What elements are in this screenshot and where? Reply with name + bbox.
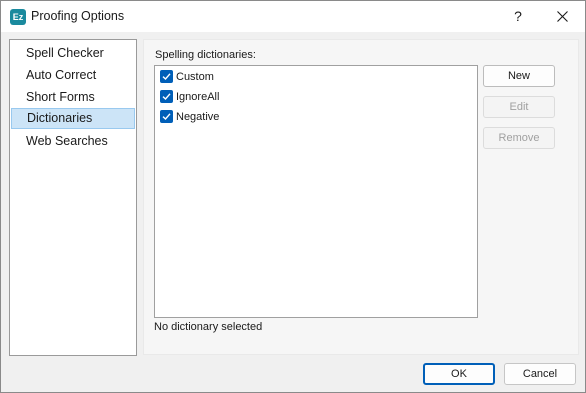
ok-button[interactable]: OK <box>423 363 495 385</box>
window-title: Proofing Options <box>31 9 125 23</box>
dictionary-item-label: IgnoreAll <box>176 91 220 103</box>
close-icon <box>557 11 568 22</box>
category-spell-checker[interactable]: Spell Checker <box>11 43 135 64</box>
remove-dictionary-button[interactable]: Remove <box>483 127 555 149</box>
ignoreall-checkbox[interactable] <box>160 90 173 103</box>
category-short-forms[interactable]: Short Forms <box>11 87 135 108</box>
dictionary-item-label: Custom <box>176 71 214 83</box>
close-button[interactable] <box>541 1 585 32</box>
negative-checkbox[interactable] <box>160 110 173 123</box>
dictionary-list[interactable]: Custom IgnoreAll Negative <box>154 65 478 318</box>
cancel-button[interactable]: Cancel <box>504 363 576 385</box>
proofing-options-dialog: Ez Proofing Options ? Spell Checker Auto… <box>0 0 586 393</box>
edit-dictionary-button[interactable]: Edit <box>483 96 555 118</box>
checkmark-icon <box>162 73 171 81</box>
selection-status: No dictionary selected <box>154 321 263 333</box>
title-bar[interactable]: Ez Proofing Options ? <box>1 1 585 32</box>
help-button[interactable]: ? <box>499 1 537 32</box>
category-web-searches[interactable]: Web Searches <box>11 131 135 152</box>
checkmark-icon <box>162 113 171 121</box>
category-dictionaries[interactable]: Dictionaries <box>11 108 135 129</box>
dictionary-item-label: Negative <box>176 111 220 123</box>
category-auto-correct[interactable]: Auto Correct <box>11 65 135 86</box>
spelling-dictionaries-label: Spelling dictionaries: <box>155 49 256 61</box>
new-dictionary-button[interactable]: New <box>483 65 555 87</box>
checkmark-icon <box>162 93 171 101</box>
category-list: Spell Checker Auto Correct Short Forms D… <box>9 39 137 356</box>
app-icon: Ez <box>10 9 26 25</box>
custom-checkbox[interactable] <box>160 70 173 83</box>
